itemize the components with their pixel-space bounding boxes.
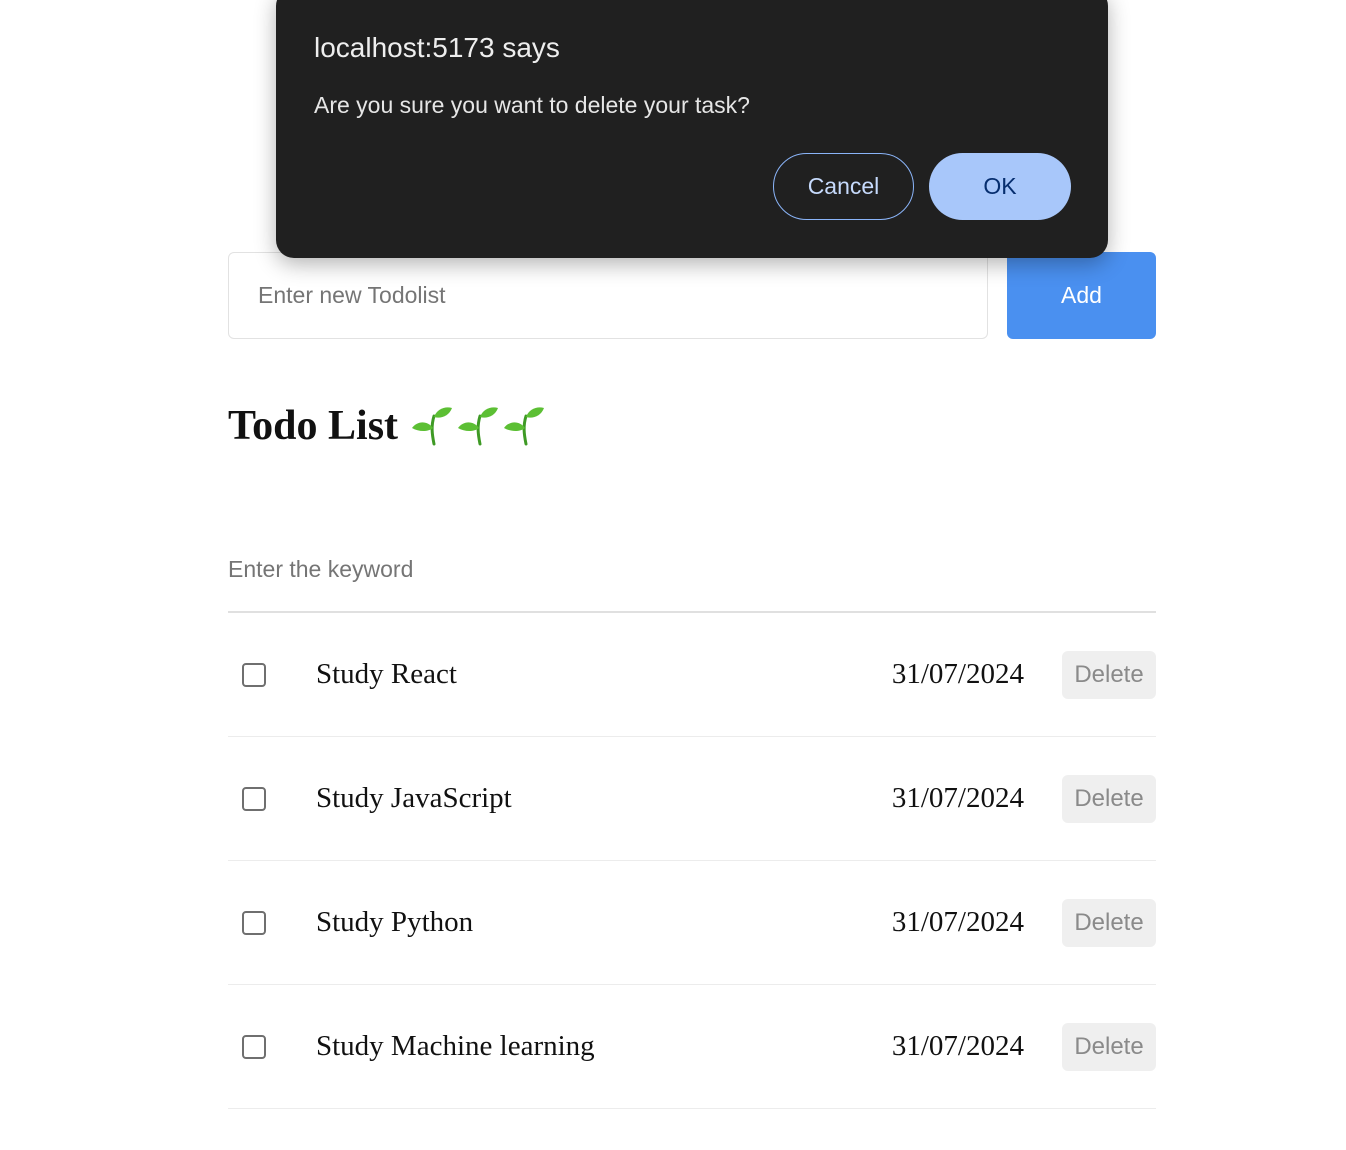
- todo-text: Study Machine learning: [316, 1030, 595, 1062]
- todo-item: Study Machine learning 31/07/2024 Delete: [228, 985, 1156, 1109]
- seedling-icon: [410, 404, 454, 448]
- ok-button[interactable]: OK: [929, 153, 1071, 220]
- delete-button[interactable]: Delete: [1062, 650, 1156, 699]
- seedling-icons: [410, 404, 546, 448]
- seedling-icon: [502, 404, 546, 448]
- add-button[interactable]: Add: [1007, 252, 1156, 339]
- search-input[interactable]: [228, 544, 1156, 613]
- todo-checkbox[interactable]: [242, 662, 266, 687]
- todo-date: 31/07/2024: [891, 1030, 1024, 1062]
- delete-button[interactable]: Delete: [1062, 1022, 1156, 1071]
- todo-checkbox[interactable]: [242, 910, 266, 935]
- seedling-icon: [456, 404, 500, 448]
- todo-text: Study React: [316, 658, 457, 690]
- page-title: Todo List: [228, 396, 546, 456]
- confirm-dialog: localhost:5173 says Are you sure you wan…: [276, 0, 1108, 258]
- new-todo-input[interactable]: [228, 252, 988, 339]
- todo-checkbox[interactable]: [242, 786, 266, 811]
- dialog-message: Are you sure you want to delete your tas…: [314, 92, 750, 118]
- todo-date: 31/07/2024: [891, 906, 1024, 938]
- delete-button[interactable]: Delete: [1062, 774, 1156, 823]
- cancel-button[interactable]: Cancel: [773, 153, 914, 220]
- dialog-title: localhost:5173 says: [314, 32, 560, 63]
- todo-date: 31/07/2024: [891, 658, 1024, 690]
- todo-text: Study Python: [316, 906, 474, 938]
- todo-list: Study React 31/07/2024 Delete Study Java…: [228, 613, 1156, 1109]
- todo-item: Study Python 31/07/2024 Delete: [228, 861, 1156, 985]
- delete-button[interactable]: Delete: [1062, 898, 1156, 947]
- todo-item: Study JavaScript 31/07/2024 Delete: [228, 737, 1156, 861]
- todo-checkbox[interactable]: [242, 1034, 266, 1059]
- todo-date: 31/07/2024: [891, 782, 1024, 814]
- todo-item: Study React 31/07/2024 Delete: [228, 613, 1156, 737]
- page-title-text: Todo List: [228, 403, 399, 449]
- todo-text: Study JavaScript: [316, 782, 512, 814]
